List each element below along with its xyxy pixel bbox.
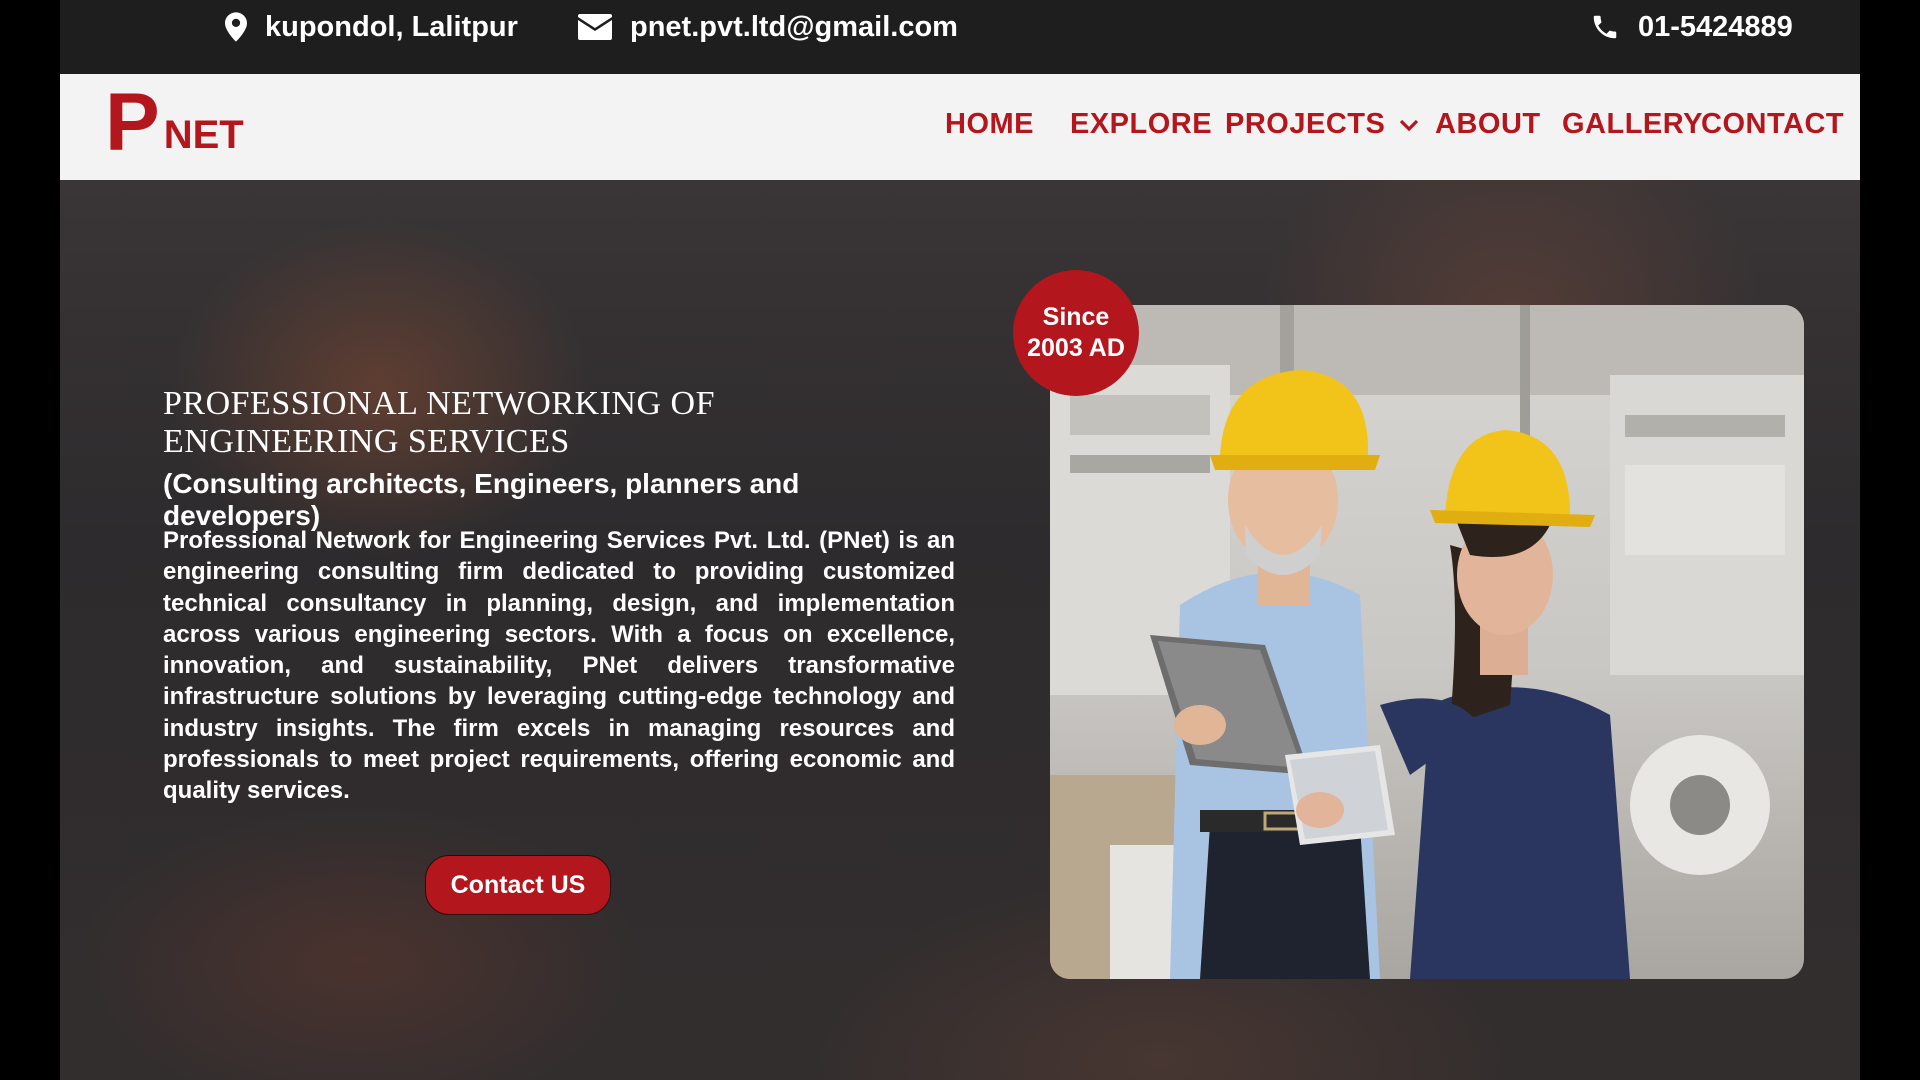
chevron-down-icon: [1400, 119, 1419, 131]
nav-explore-label: EXPLORE: [1070, 108, 1213, 140]
logo-rest: NET: [163, 113, 244, 157]
nav-gallery-label: GALLERY: [1562, 108, 1703, 140]
nav-projects-label: PROJECTS: [1225, 108, 1386, 140]
hero-section: Professional Networking of Engineering S…: [60, 180, 1860, 1080]
nav-about-label: ABOUT: [1435, 108, 1541, 140]
badge-line1: Since: [1042, 303, 1110, 331]
engineers-illustration: [1050, 305, 1804, 979]
nav-contact[interactable]: CONTACT: [1701, 108, 1844, 141]
top-contact-bar: kupondol, Lalitpur pnet.pvt.ltd@gmail.co…: [60, 0, 1860, 74]
email-item[interactable]: pnet.pvt.ltd@gmail.com: [578, 0, 958, 54]
nav-projects[interactable]: PROJECTS: [1225, 108, 1419, 141]
hero-title-line1: Professional Networking of: [163, 385, 715, 422]
hero-subtitle: (Consulting architects, Engineers, plann…: [163, 468, 800, 531]
email-link[interactable]: pnet.pvt.ltd@gmail.com: [630, 11, 958, 44]
phone-icon: [1593, 15, 1617, 39]
engineers-photo: [1050, 305, 1804, 979]
badge-line2: 2003 AD: [1027, 334, 1125, 362]
navbar: P NET HOME EXPLORE PROJECTS ABOUT GALLER…: [60, 74, 1860, 180]
phone-text[interactable]: 01-5424889: [1638, 11, 1793, 44]
nav-home[interactable]: HOME: [945, 108, 1034, 141]
contact-us-button[interactable]: Contact US: [425, 855, 611, 915]
map-pin-icon: [225, 12, 247, 42]
hero-title-line2: Engineering Services: [163, 423, 570, 460]
hero-title: Professional Networking of Engineering S…: [163, 385, 763, 461]
address-text: kupondol, Lalitpur: [265, 10, 518, 43]
nav-contact-label: CONTACT: [1701, 108, 1845, 140]
phone-item[interactable]: 01-5424889: [1590, 0, 1793, 54]
nav-gallery[interactable]: GALLERY: [1562, 108, 1703, 141]
logo-letter: P: [105, 77, 160, 168]
address-item: kupondol, Lalitpur: [225, 0, 518, 54]
nav-about[interactable]: ABOUT: [1435, 108, 1541, 141]
page: kupondol, Lalitpur pnet.pvt.ltd@gmail.co…: [60, 0, 1860, 1080]
pnet-logo[interactable]: P NET: [105, 82, 244, 164]
nav-home-label: HOME: [945, 108, 1034, 140]
envelope-icon: [578, 14, 612, 40]
nav-explore[interactable]: EXPLORE: [1070, 108, 1212, 141]
since-badge: Since 2003 AD: [1013, 270, 1139, 396]
hero-description: Professional Network for Engineering Ser…: [163, 527, 955, 805]
